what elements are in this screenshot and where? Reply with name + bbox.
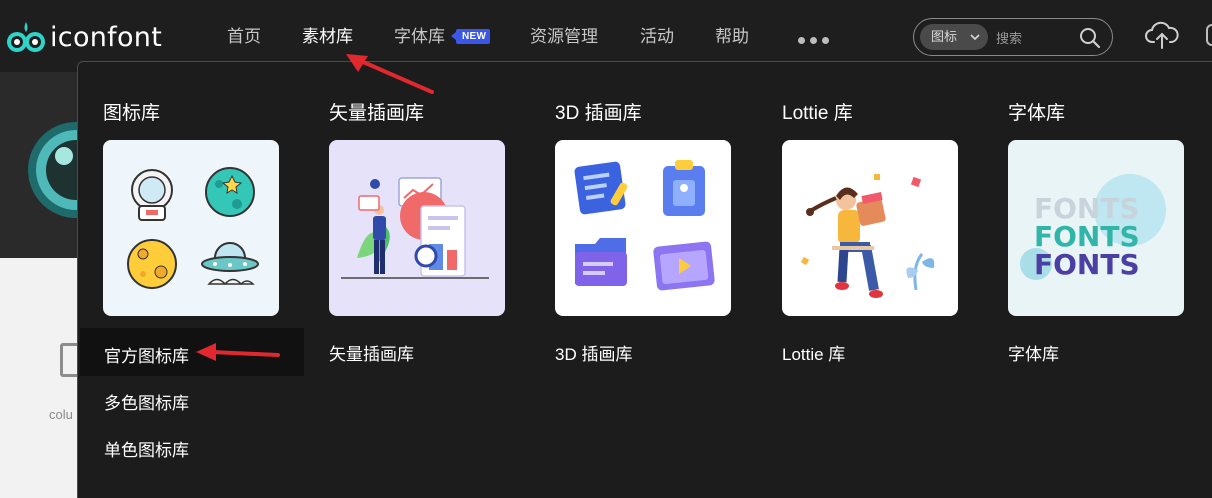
- new-badge: NEW: [450, 29, 491, 44]
- icon-library-card[interactable]: [103, 140, 279, 316]
- link-3d-illustration-library[interactable]: 3D 插画库: [555, 340, 632, 365]
- search-type-label: 图标: [931, 29, 958, 44]
- nav-resource-management[interactable]: 资源管理: [530, 24, 598, 50]
- hero-mascot-image: [28, 122, 80, 218]
- nav-activities[interactable]: 活动: [640, 24, 674, 50]
- column-title-3d-illustration: 3D 插画库: [555, 103, 642, 124]
- font-library-card[interactable]: FONTS FONTS FONTS: [1008, 140, 1184, 316]
- search-icon[interactable]: [1078, 26, 1102, 50]
- font-sample-3: FONTS: [1034, 248, 1140, 281]
- lottie-card[interactable]: [782, 140, 958, 316]
- more-menu-icon[interactable]: [798, 37, 829, 44]
- search-type-select[interactable]: 图标: [920, 24, 988, 50]
- logo[interactable]: iconfont: [6, 20, 162, 54]
- chevron-down-icon: [970, 34, 980, 41]
- user-icon[interactable]: [1206, 24, 1212, 46]
- nav-home[interactable]: 首页: [227, 24, 261, 50]
- nav-help[interactable]: 帮助: [715, 24, 749, 50]
- nav-materials[interactable]: 素材库: [302, 24, 353, 50]
- 3d-illustration-icon: [574, 160, 715, 291]
- vector-illustration-icon: [341, 177, 489, 279]
- link-multicolor-icon-library[interactable]: 多色图标库: [104, 389, 189, 414]
- column-title-lottie: Lottie 库: [782, 103, 853, 124]
- link-font-library[interactable]: 字体库: [1008, 340, 1059, 365]
- upload-cloud-icon[interactable]: [1145, 20, 1179, 50]
- screen: colu iconfont 首页 素材库 字体库 NEW 资源管理 活动 帮助: [0, 0, 1212, 498]
- iconfont-logo-icon: [7, 22, 45, 52]
- fonts-illustration-icon: FONTS FONTS FONTS: [1020, 174, 1166, 281]
- icon-library-illustration-icon: [127, 167, 259, 289]
- column-title-icon-library: 图标库: [103, 103, 161, 124]
- search-input[interactable]: [996, 26, 1074, 50]
- link-official-icon-library[interactable]: 官方图标库: [104, 342, 189, 367]
- column-title-vector-illustration: 矢量插画库: [329, 103, 425, 124]
- logo-text: iconfont: [50, 21, 163, 53]
- column-title-font-library: 字体库: [1008, 103, 1066, 124]
- search-box: 图标: [913, 18, 1113, 56]
- 3d-illustration-card[interactable]: [555, 140, 731, 316]
- content-area: [0, 258, 80, 498]
- column-label: colu: [49, 407, 73, 422]
- lottie-illustration-icon: [800, 174, 935, 298]
- link-monochrome-icon-library[interactable]: 单色图标库: [104, 436, 189, 461]
- nav-fonts[interactable]: 字体库: [394, 24, 445, 50]
- link-vector-illustration-library[interactable]: 矢量插画库: [329, 340, 414, 365]
- link-lottie-library[interactable]: Lottie 库: [782, 340, 845, 365]
- vector-illustration-card[interactable]: [329, 140, 505, 316]
